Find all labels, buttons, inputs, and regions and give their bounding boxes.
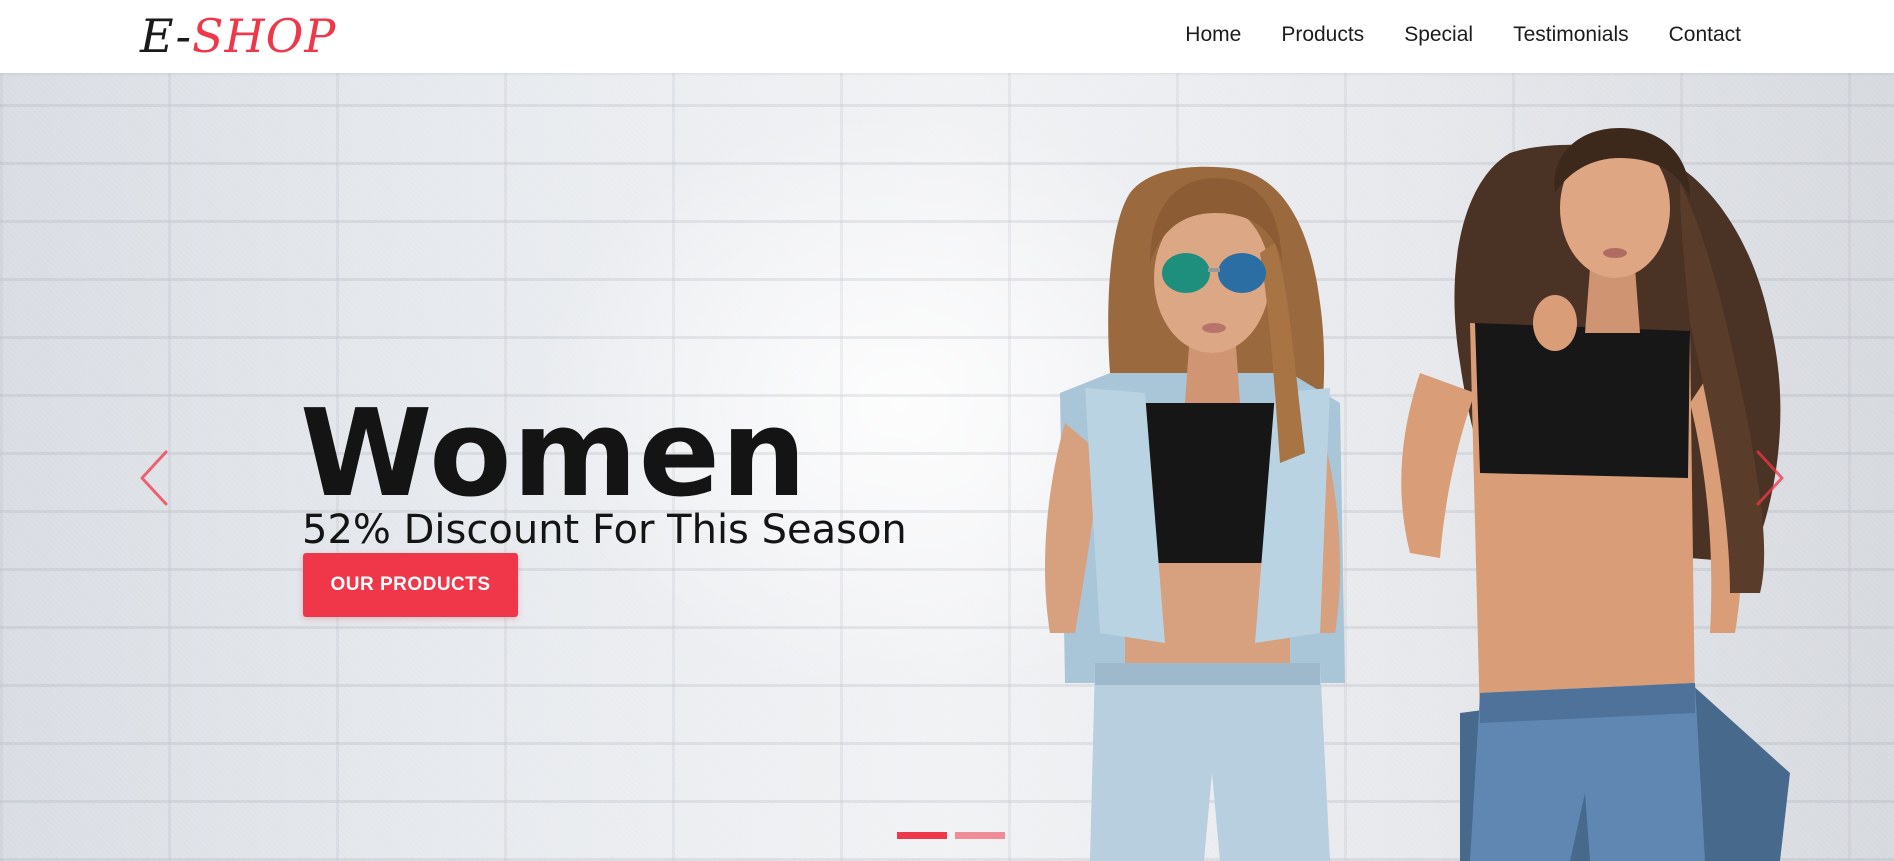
carousel-indicator-2[interactable]	[955, 832, 1005, 839]
nav-link-contact[interactable]: Contact	[1669, 23, 1741, 47]
logo-letter-e: E	[140, 9, 176, 63]
nav-link-testimonials[interactable]: Testimonials	[1513, 23, 1629, 47]
chevron-left-icon	[140, 450, 168, 506]
site-logo[interactable]: E-SHOP	[140, 8, 336, 64]
nav-link-special[interactable]: Special	[1404, 23, 1473, 47]
our-products-button[interactable]: OUR PRODUCTS	[303, 553, 518, 617]
carousel-next-button[interactable]	[1748, 448, 1788, 508]
logo-word-shop: SHOP	[191, 9, 337, 63]
hero-subtitle: 52% Discount For This Season	[302, 507, 907, 553]
top-navbar: E-SHOP Home Products Special Testimonial…	[0, 0, 1894, 73]
logo-dash: -	[175, 9, 192, 63]
nav-link-products[interactable]: Products	[1281, 23, 1364, 47]
main-nav: Home Products Special Testimonials Conta…	[1185, 0, 1741, 70]
carousel-indicators	[897, 832, 1005, 839]
chevron-right-icon	[1756, 450, 1784, 506]
carousel-indicator-1[interactable]	[897, 832, 947, 839]
carousel-prev-button[interactable]	[136, 448, 176, 508]
nav-link-home[interactable]: Home	[1185, 23, 1241, 47]
hero-carousel: Women 52% Discount For This Season OUR P…	[0, 73, 1894, 861]
